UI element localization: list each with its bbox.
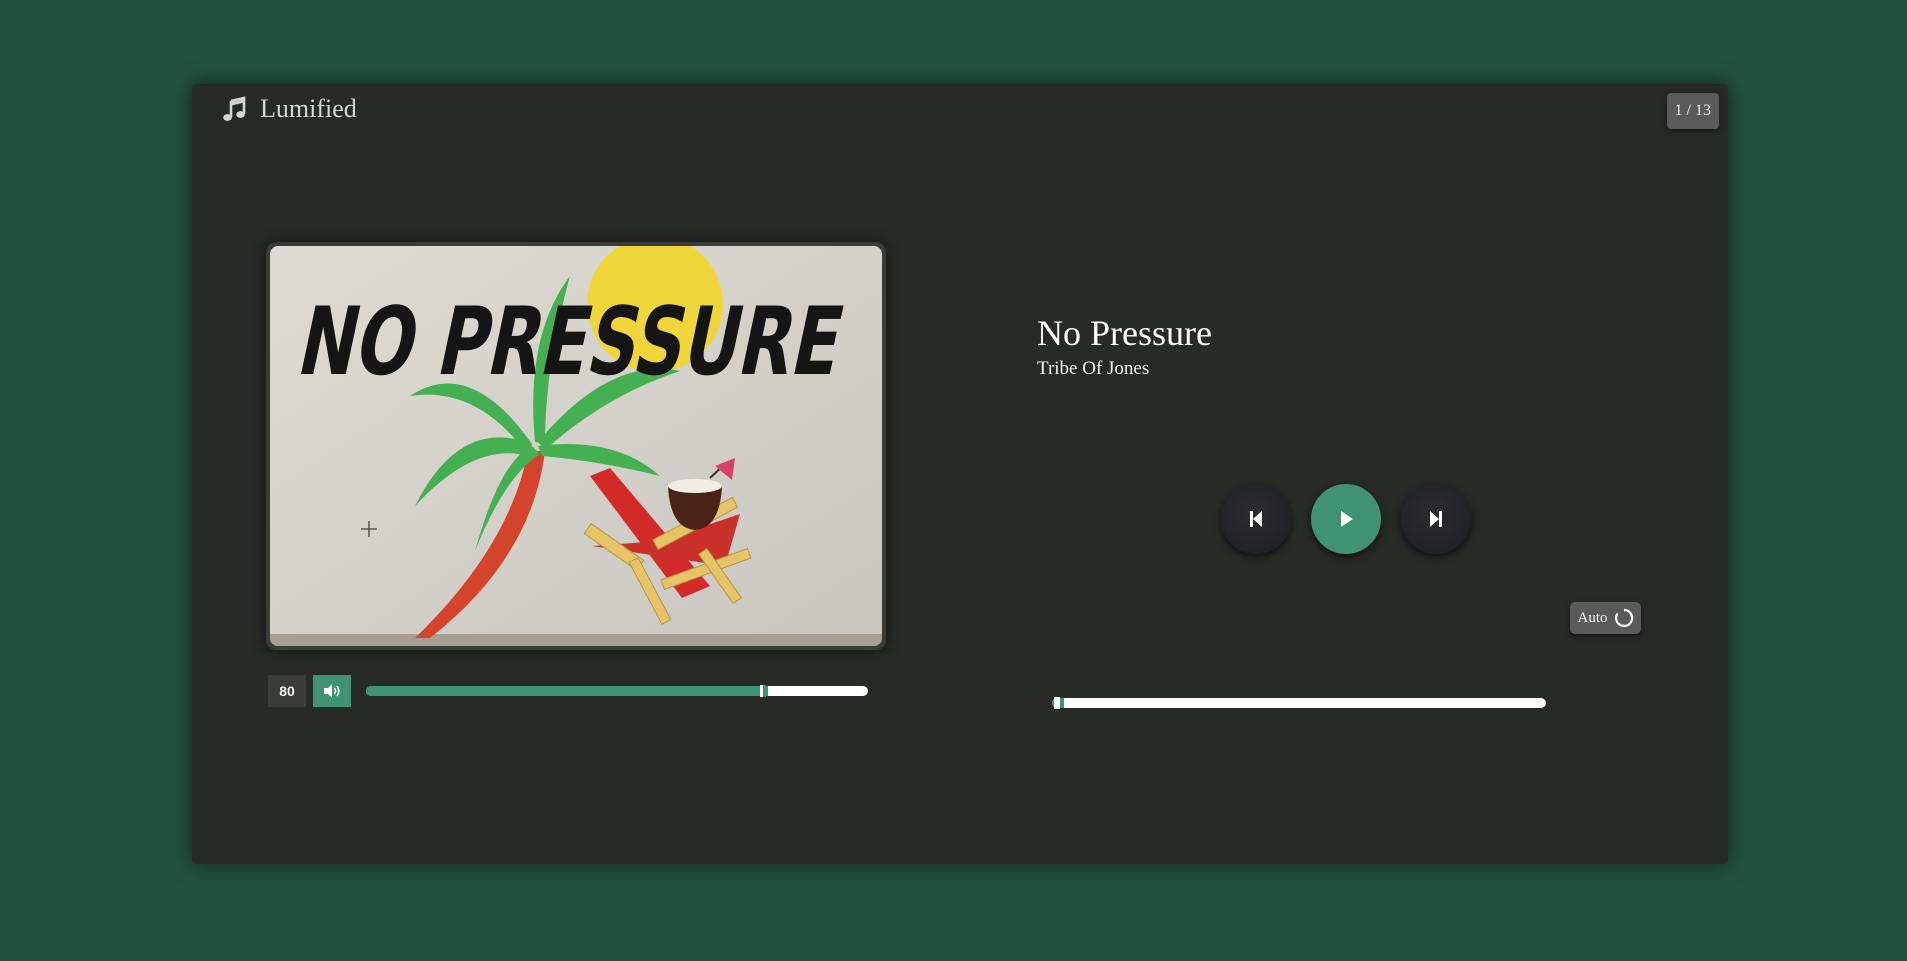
- track-artist: Tribe Of Jones: [1037, 358, 1150, 379]
- app-title: Lumified: [260, 94, 357, 123]
- speaker-volume-icon: [324, 684, 340, 698]
- seek-bar[interactable]: [1052, 697, 1546, 709]
- album-art-frame: NO PRESSURE: [266, 242, 886, 650]
- playlist-position-badge: 1 / 13: [1666, 93, 1719, 129]
- skip-previous-icon: [1250, 511, 1262, 527]
- autoplay-label: Auto: [1577, 609, 1608, 626]
- previous-button[interactable]: [1221, 484, 1291, 554]
- volume-value: 80: [268, 675, 306, 707]
- play-button[interactable]: [1311, 484, 1381, 554]
- repeat-circle-icon: [1614, 608, 1633, 628]
- autoplay-toggle[interactable]: Auto: [1570, 602, 1641, 634]
- mute-button[interactable]: [313, 675, 351, 707]
- album-art: NO PRESSURE: [270, 246, 882, 646]
- seek-bar-handle[interactable]: [1054, 697, 1060, 709]
- volume-slider-fill: [366, 686, 768, 696]
- play-icon: [1341, 511, 1353, 527]
- volume-slider[interactable]: [366, 685, 868, 697]
- skip-next-icon: [1430, 511, 1442, 527]
- next-button[interactable]: [1401, 484, 1471, 554]
- music-note-icon: [223, 96, 246, 121]
- track-title: No Pressure: [1037, 313, 1212, 353]
- brand: Lumified: [220, 94, 357, 124]
- volume-slider-handle[interactable]: [760, 685, 766, 697]
- album-art-text: NO PRESSURE: [290, 288, 853, 397]
- player-window: Lumified 1 / 13 NO PRESSURE 80 No Pressu…: [192, 84, 1728, 864]
